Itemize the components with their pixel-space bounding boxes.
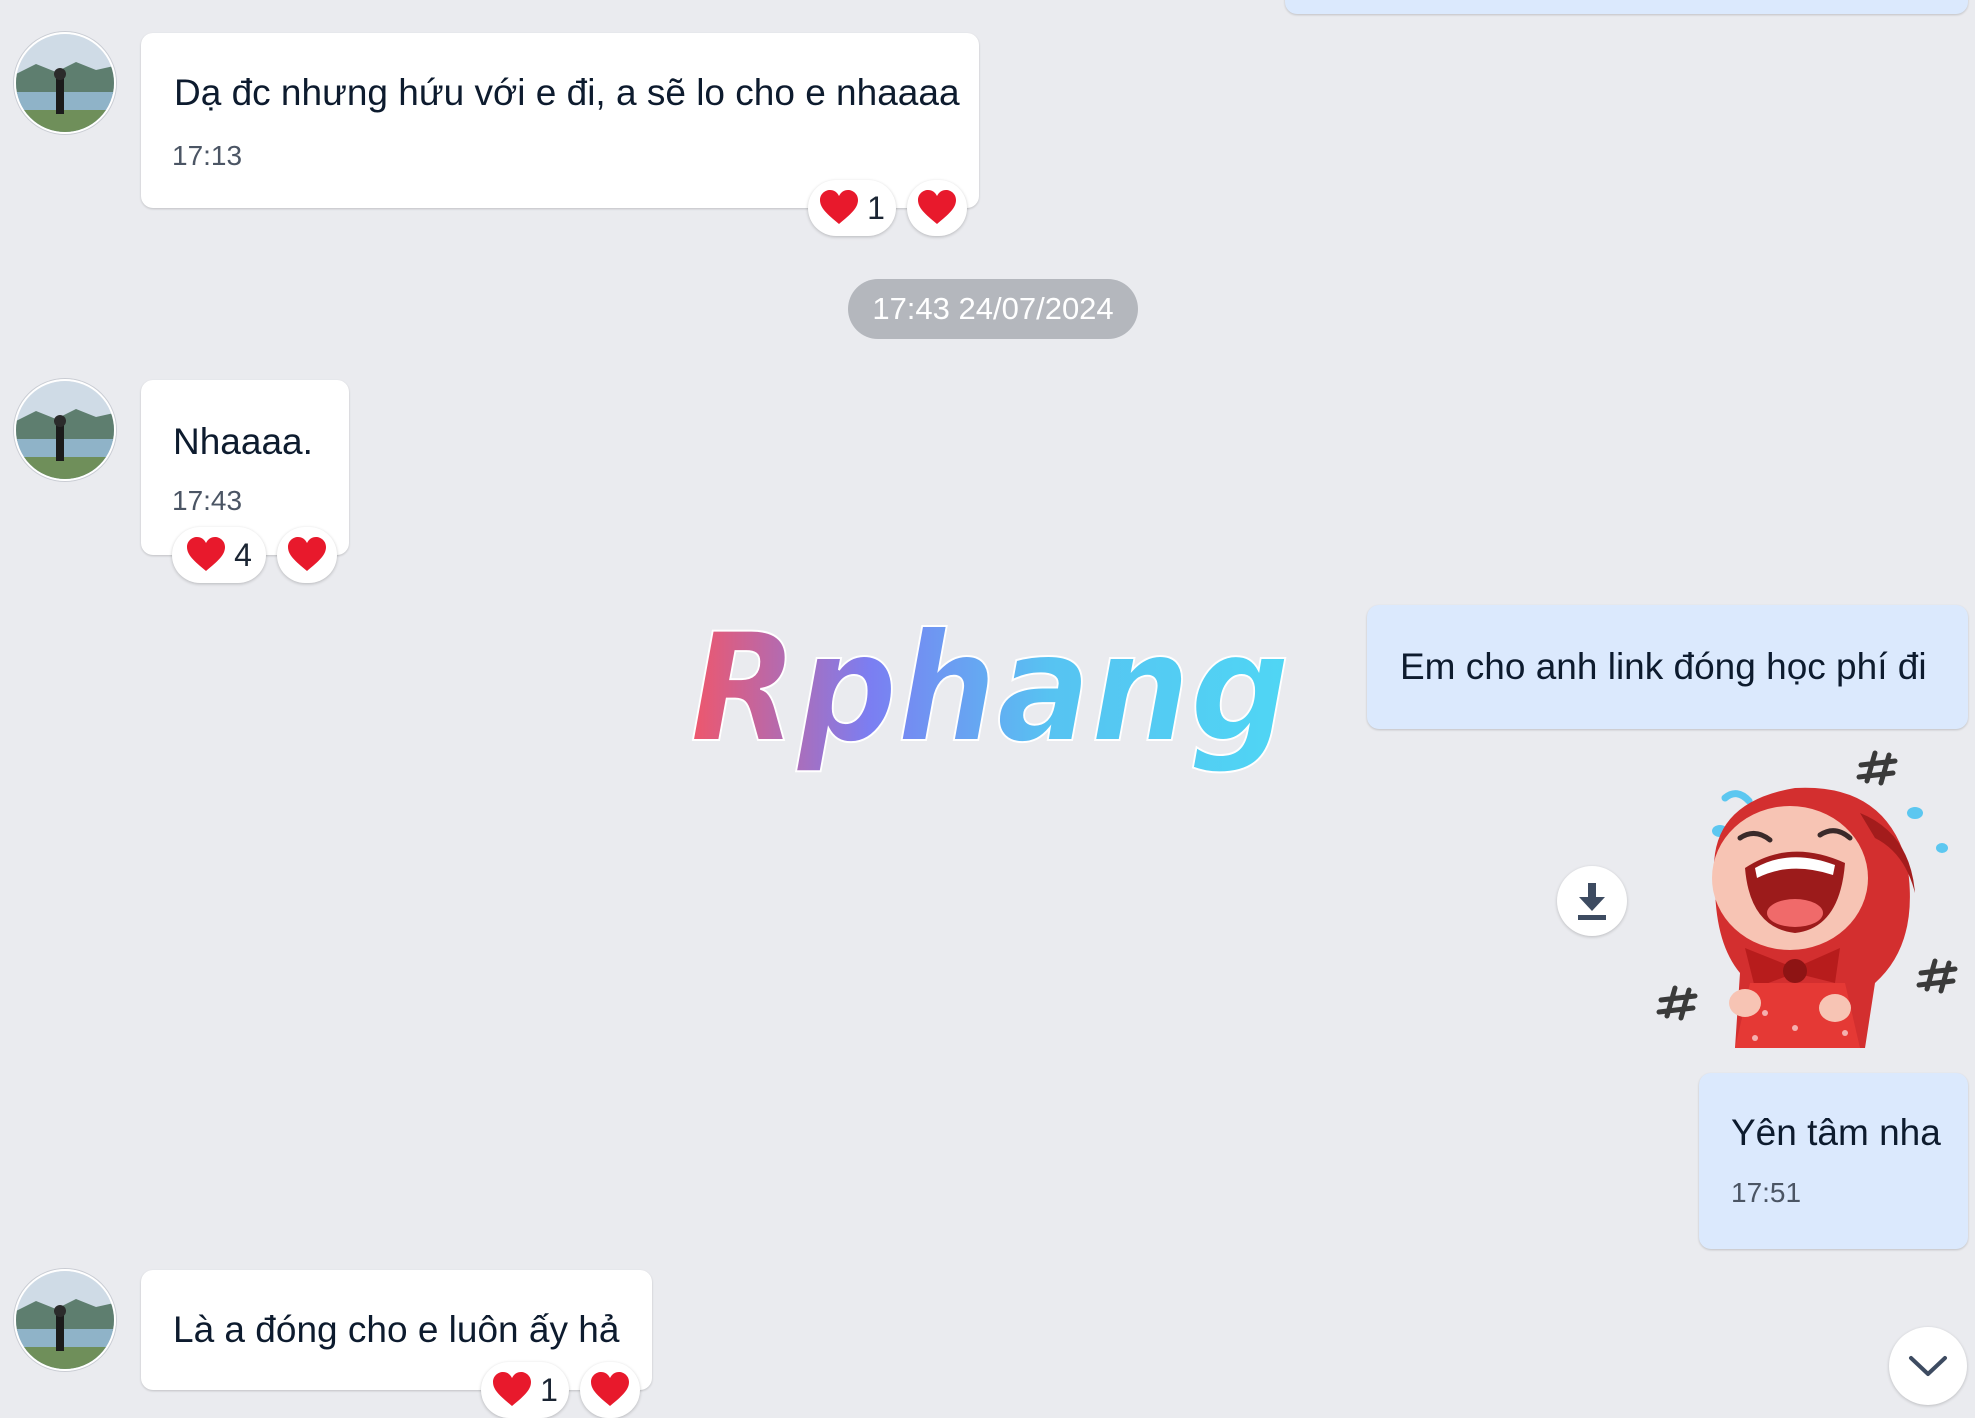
message-time: 17:51	[1731, 1177, 1802, 1208]
download-icon	[1578, 883, 1606, 920]
heart-icon	[187, 537, 226, 571]
reaction-number: 4	[234, 536, 252, 573]
avatar[interactable]	[14, 32, 116, 134]
message-text: Yên tâm nha	[1731, 1112, 1941, 1153]
add-reaction-button[interactable]	[277, 527, 337, 583]
reaction-number: 1	[867, 189, 885, 226]
scroll-down-button[interactable]	[1889, 1327, 1967, 1405]
message-bubble[interactable]: Là a đóng cho e luôn ấy hả	[141, 1270, 652, 1390]
reaction-number: 1	[540, 1371, 558, 1408]
reaction-count[interactable]: 1	[481, 1362, 569, 1418]
message-bubble-outgoing[interactable]: Em cho anh link đóng học phí đi	[1367, 605, 1968, 729]
watermark-logo: Rphang	[680, 601, 1300, 785]
reaction-count[interactable]: 4	[172, 527, 266, 583]
download-button[interactable]	[1557, 866, 1627, 936]
heart-icon	[918, 190, 956, 224]
chevron-down-icon	[1909, 1356, 1947, 1376]
message-time: 17:43	[172, 485, 243, 516]
message-bubble-partial	[1285, 0, 1968, 14]
crying-red-hood-girl-sticker[interactable]	[1645, 743, 1965, 1063]
message-text: Em cho anh link đóng học phí đi	[1400, 646, 1927, 687]
avatar[interactable]	[14, 1269, 116, 1371]
message-bubble-outgoing[interactable]: Yên tâm nha 17:51	[1699, 1073, 1968, 1249]
avatar[interactable]	[14, 379, 116, 481]
message-text: Nhaaaa.	[173, 421, 313, 462]
message-text: Dạ đc nhưng hứu với e đi, a sẽ lo cho e …	[174, 72, 960, 113]
heart-icon	[820, 190, 859, 224]
heart-icon	[591, 1372, 629, 1406]
heart-icon	[493, 1372, 532, 1406]
message-time: 17:13	[172, 140, 243, 171]
reaction-count[interactable]: 1	[808, 180, 896, 236]
add-reaction-button[interactable]	[580, 1362, 640, 1418]
date-divider: 17:43 24/07/2024	[848, 279, 1138, 339]
message-text: Là a đóng cho e luôn ấy hả	[173, 1309, 620, 1350]
heart-icon	[288, 537, 326, 571]
add-reaction-button[interactable]	[907, 180, 967, 236]
watermark-text: Rphang	[690, 615, 1290, 776]
